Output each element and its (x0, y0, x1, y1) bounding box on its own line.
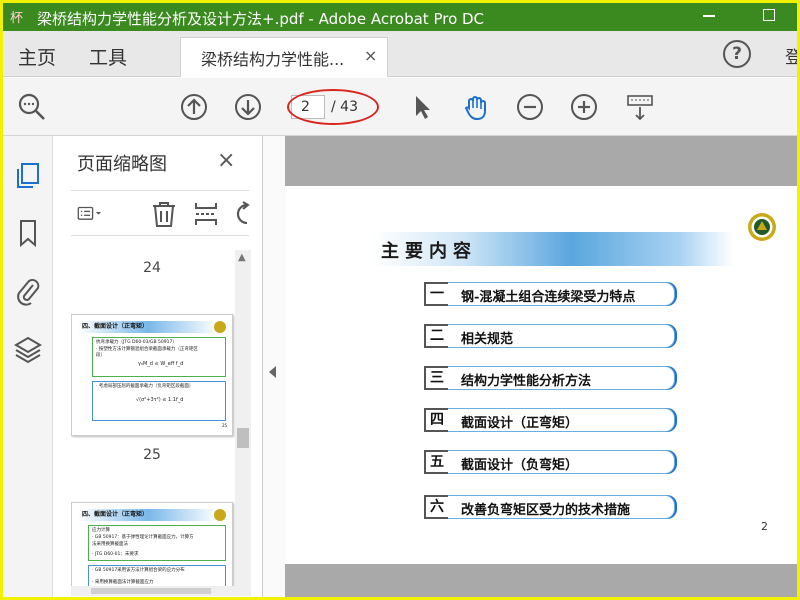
thumbnail-formula: √(σ²+3τ²) ≤ 1.1f_d (136, 397, 184, 403)
slide-page-number: 2 (761, 520, 768, 533)
document-view[interactable]: 主要内容 一 钢-混凝土组合连续梁受力特点 二 相关规范 三 结构力学性能分析方… (285, 136, 797, 597)
thumbnail-heading: 四、截面设计（正弯矩） (82, 323, 149, 330)
bookmark-icon[interactable] (13, 218, 43, 248)
left-nav-bar (3, 136, 53, 597)
document-tab[interactable]: 梁桥结构力学性能... × (180, 37, 388, 77)
toc-item: 三 结构力学性能分析方法 (424, 366, 675, 390)
attachment-icon[interactable] (13, 276, 43, 306)
zoom-in-icon[interactable] (569, 92, 599, 122)
collapse-panel-icon[interactable] (269, 366, 276, 378)
thumbnail-heading: 四、截面设计（正弯矩） (82, 511, 149, 518)
slide-title: 主要内容 (381, 241, 477, 262)
svg-text:杯: 杯 (10, 11, 23, 26)
panel-close-icon[interactable]: × (217, 148, 235, 173)
horizontal-scrollbar[interactable] (71, 586, 236, 596)
scroll-up-icon[interactable]: ▲ (238, 252, 246, 263)
thumbnail-number: 25 (143, 447, 161, 463)
university-seal-icon (748, 213, 776, 241)
title-bar: 杯 梁桥结构力学性能分析及设计方法+.pdf - Adobe Acrobat P… (3, 3, 797, 31)
page-thumbnails-icon[interactable] (13, 160, 43, 190)
toc-item-number: 六 (424, 495, 448, 519)
thumbnail-formula: γ₀M_d ≤ W_eff f_d (138, 361, 184, 367)
toc-item: 一 钢-混凝土组合连续梁受力特点 (424, 282, 675, 306)
maximize-button[interactable] (763, 9, 775, 21)
toc-item-text: 改善负弯矩区受力的技术措施 (461, 503, 631, 518)
thumbnail-list: 24 四、截面设计（正弯矩） 抗弯承载力（JTG D60-03/GB 50917… (71, 250, 236, 595)
toc-item-text: 截面设计（负弯矩） (461, 458, 579, 473)
panel-title: 页面缩略图 (77, 154, 167, 175)
thumbnail-line: · GB 50917：基于弹性理论计算截面应力，计算方 (92, 535, 194, 540)
toc-item-number: 四 (424, 408, 448, 432)
acrobat-window: 杯 梁桥结构力学性能分析及设计方法+.pdf - Adobe Acrobat P… (3, 3, 797, 597)
hand-tool-icon[interactable] (461, 92, 491, 122)
scrollbar-thumb[interactable] (237, 428, 249, 448)
toc-item-number: 三 (424, 366, 448, 390)
thumbnail-line: 法采用换算截面法 (92, 542, 128, 547)
thumbnail-line: · 考虑局部压屈的截面承载力（负弯矩区段截面） (96, 384, 194, 389)
thumbnail-line: 应力计算 (92, 528, 110, 533)
delete-page-icon[interactable] (151, 201, 177, 227)
thumbnail-line: · 采用换算截面法计算截面应力 (92, 580, 154, 585)
toc-item-number: 二 (424, 324, 448, 348)
tab-label: 梁桥结构力学性能... (201, 50, 345, 69)
minimize-button[interactable] (703, 15, 715, 17)
page-navigator: 2 / 43 (291, 95, 375, 125)
rotate-page-icon[interactable] (231, 201, 257, 227)
toc-item-text: 钢-混凝土组合连续梁受力特点 (461, 290, 636, 305)
layers-icon[interactable] (13, 334, 43, 364)
menu-bar: 主页 工具 梁桥结构力学性能... × ? 登 (3, 31, 797, 77)
thumbnail-line: · JTG D60-01：未要求 (92, 552, 139, 557)
window-title: 梁桥结构力学性能分析及设计方法+.pdf - Adobe Acrobat Pro… (37, 10, 485, 28)
toc-item-number: 一 (424, 282, 448, 306)
thumbnail-line: · GB 50917采用该方法计算组合梁的应力分布 (92, 568, 185, 573)
menu-home[interactable]: 主页 (18, 43, 56, 70)
toc-item-text: 相关规范 (461, 332, 514, 347)
toc-item-number: 五 (424, 450, 448, 474)
toc-item-text: 结构力学性能分析方法 (461, 374, 592, 389)
help-icon[interactable]: ? (723, 40, 751, 68)
thumbnail-panel: 页面缩略图 × 24 四、截面设计（正弯矩） 抗弯承载力（JTG D60-03/… (53, 136, 263, 597)
toc-item: 六 改善负弯矩区受力的技术措施 (424, 495, 675, 519)
panel-toolbar (71, 190, 250, 236)
thumbnail-page-number: 25 (222, 423, 228, 428)
toc-item-text: 截面设计（正弯矩） (461, 416, 579, 431)
thumbnail-number: 24 (143, 260, 161, 276)
current-page-input[interactable]: 2 (291, 95, 325, 119)
tab-close-icon[interactable]: × (364, 46, 377, 65)
zoom-out-icon[interactable] (515, 92, 545, 122)
panel-splitter[interactable] (263, 136, 285, 597)
select-cursor-icon[interactable] (407, 92, 437, 122)
thumbnail-page-25[interactable]: 四、截面设计（正弯矩） 应力计算 · GB 50917：基于弹性理论计算截面应力… (71, 502, 233, 595)
toc-item: 四 截面设计（正弯矩） (424, 408, 675, 432)
slide-header-band: 主要内容 (373, 232, 733, 266)
total-pages-label: / 43 (331, 99, 358, 115)
horizontal-scrollbar-thumb[interactable] (91, 588, 211, 594)
next-page-icon[interactable] (233, 92, 263, 122)
thumbnail-line: 段） (96, 353, 105, 358)
extract-page-icon[interactable] (193, 201, 219, 227)
previous-page-icon[interactable] (179, 92, 209, 122)
thumbnail-page-24[interactable]: 四、截面设计（正弯矩） 抗弯承载力（JTG D60-03/GB 50917） ·… (71, 314, 233, 436)
search-icon[interactable] (17, 92, 47, 122)
pdf-page: 主要内容 一 钢-混凝土组合连续梁受力特点 二 相关规范 三 结构力学性能分析方… (285, 186, 797, 564)
app-logo-icon: 杯 (9, 6, 35, 28)
toolbar (3, 78, 797, 136)
menu-tools[interactable]: 工具 (89, 43, 127, 70)
thumbnail-line: 抗弯承载力（JTG D60-03/GB 50917） (96, 340, 177, 345)
thumbnail-line: · 按塑性方法计算钢混组合梁截面承载力（正弯矩区 (96, 347, 198, 352)
signin-button[interactable]: 登 (785, 43, 797, 68)
thumbnail-options-icon[interactable] (77, 201, 103, 227)
thumbnail-scrollbar[interactable]: ▲ (235, 250, 251, 596)
toc-item: 五 截面设计（负弯矩） (424, 450, 675, 474)
toc-item: 二 相关规范 (424, 324, 675, 348)
keyboard-scroll-icon[interactable] (625, 92, 655, 122)
